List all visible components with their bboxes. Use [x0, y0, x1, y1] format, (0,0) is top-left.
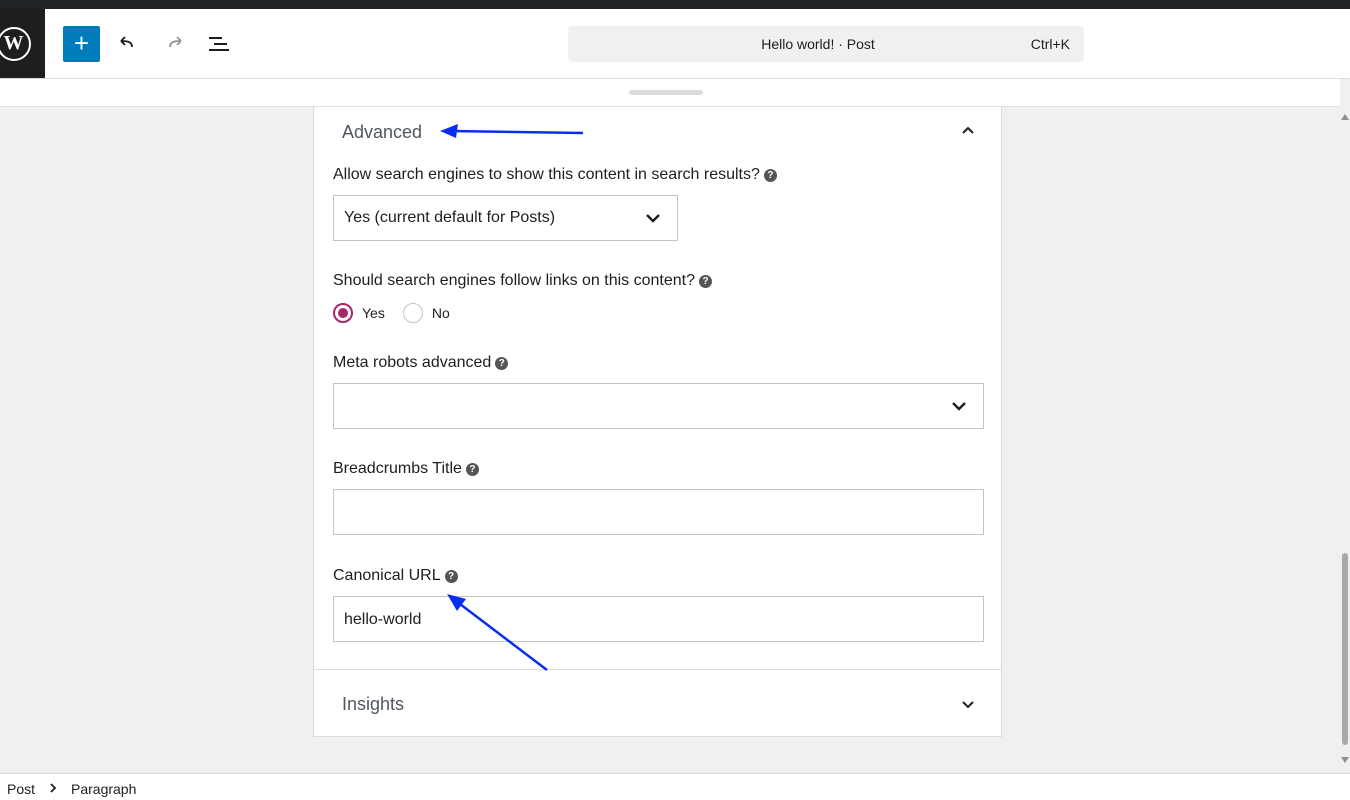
vertical-scrollbar[interactable] [1340, 106, 1350, 773]
top-strip [0, 0, 1350, 9]
breadcrumbs-title-input[interactable] [333, 489, 984, 535]
undo-button[interactable] [115, 31, 141, 57]
command-palette-bar[interactable]: Hello world! · Post Ctrl+K [568, 26, 1084, 62]
chevron-down-icon [952, 402, 966, 411]
undo-icon [120, 36, 133, 48]
list-view-icon [209, 37, 229, 51]
chevron-right-icon [50, 783, 57, 793]
insights-section-title[interactable]: Insights [342, 694, 404, 715]
breadcrumb-paragraph[interactable]: Paragraph [71, 781, 136, 797]
help-icon[interactable]: ? [495, 357, 509, 370]
help-icon[interactable]: ? [465, 463, 479, 476]
scrollbar-thumb[interactable] [1342, 553, 1348, 745]
seo-metabox-panel: Advanced Allow search engines to show th… [313, 107, 1002, 737]
add-block-button[interactable]: + [63, 26, 100, 62]
search-visibility-label: Allow search engines to show this conten… [333, 166, 777, 184]
canonical-url-input[interactable]: hello-world [333, 596, 984, 642]
help-icon[interactable]: ? [444, 570, 458, 583]
radio-yes-label: Yes [362, 305, 385, 321]
chevron-up-icon[interactable] [960, 122, 976, 138]
breadcrumbs-title-label: Breadcrumbs Title? [333, 460, 479, 478]
canonical-url-label: Canonical URL? [333, 567, 458, 585]
chevron-down-icon[interactable] [960, 697, 976, 713]
editor-header: W + Hello world! · Post Ctrl+K [0, 9, 1350, 79]
document-overview-button[interactable] [206, 31, 232, 57]
breadcrumb-post[interactable]: Post [7, 781, 35, 797]
chevron-down-icon [646, 214, 660, 223]
follow-links-radio-group: Yes No [333, 302, 468, 324]
scroll-down-arrow-icon[interactable] [1341, 757, 1349, 763]
meta-robots-label: Meta robots advanced? [333, 354, 509, 372]
radio-yes[interactable] [333, 303, 353, 323]
scroll-up-arrow-icon[interactable] [1341, 114, 1349, 120]
meta-boxes-area: Advanced Allow search engines to show th… [0, 79, 1340, 773]
block-breadcrumb-bar: Post Paragraph [0, 773, 1350, 800]
section-divider [314, 669, 1001, 670]
help-icon[interactable]: ? [763, 169, 777, 182]
radio-no-label: No [431, 305, 450, 321]
meta-robots-select[interactable] [333, 383, 984, 429]
redo-button[interactable] [161, 31, 187, 57]
help-icon[interactable]: ? [699, 275, 712, 288]
redo-icon [169, 36, 182, 48]
resize-handle[interactable] [629, 90, 703, 95]
document-title: Hello world! · Post [761, 36, 875, 52]
advanced-section-title[interactable]: Advanced [342, 122, 422, 143]
search-visibility-select[interactable]: Yes (current default for Posts) [333, 195, 678, 241]
resize-strip [0, 79, 1340, 107]
keyboard-shortcut: Ctrl+K [1030, 36, 1070, 52]
follow-links-label: Should search engines follow links on th… [333, 272, 712, 290]
wordpress-logo-icon[interactable]: W [0, 9, 45, 78]
radio-no[interactable] [402, 303, 423, 323]
